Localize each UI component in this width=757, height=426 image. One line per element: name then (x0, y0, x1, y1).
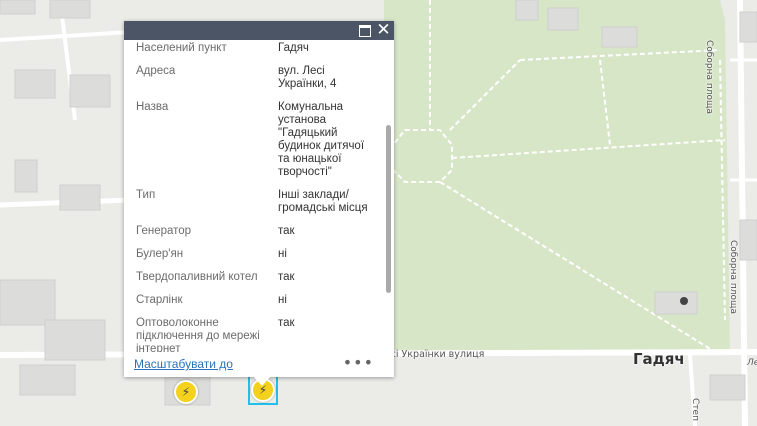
attribute-key: Тип (136, 189, 156, 201)
maximize-icon[interactable] (357, 23, 372, 38)
attribute-row: Генератор так (132, 223, 378, 246)
attribute-value: Інші заклади/ громадські місця (278, 189, 368, 214)
city-label: Гадяч (633, 350, 685, 368)
attribute-row: Твердопаливний котел так (132, 269, 378, 292)
street-label: ісі Українки вулиця (388, 349, 485, 360)
street-label-vertical: Соборна площа (728, 240, 738, 314)
popup-scrollbar[interactable] (383, 40, 393, 352)
attribute-value: так (278, 271, 295, 283)
street-label-partial: Степ (690, 398, 700, 421)
attribute-key: Адреса (136, 65, 176, 77)
attribute-row: Старлінк ні (132, 292, 378, 315)
attribute-key: Твердопаливний котел (136, 271, 258, 283)
scrollbar-thumb[interactable] (386, 125, 391, 293)
point-of-interest[interactable] (680, 297, 688, 305)
attribute-row: Тип Інші заклади/ громадські місця (132, 187, 378, 223)
attribute-key: Назва (136, 101, 169, 113)
attribute-value: ні (278, 294, 287, 306)
popup-content[interactable]: Населений пункт Гадяч Адреса вул. Лесі Укра… (124, 40, 382, 352)
attribute-row: Оптоволоконне підключення до мережі інте… (132, 315, 378, 352)
zoom-to-link[interactable]: Масштабувати до (134, 357, 233, 371)
popup-footer: Масштабувати до ••• (124, 352, 394, 377)
feature-popup: ✕ Населений пункт Гадяч Адреса вул. Лесі Ук… (124, 21, 394, 377)
more-options-icon[interactable]: ••• (343, 353, 374, 372)
attribute-value: Комунальна установа "Гадяцький будинок д… (278, 101, 365, 178)
attribute-row: Назва Комунальна установа "Гадяцький буди… (132, 99, 378, 187)
attribute-row: Адреса вул. Лесі Українки, 4 (132, 63, 378, 99)
attribute-row: Булер'ян ні (132, 246, 378, 269)
popup-pointer (253, 376, 271, 386)
attribute-table: Населений пункт Гадяч Адреса вул. Лесі Укра… (132, 40, 378, 352)
street-label-vertical: Соборна площа (704, 40, 714, 114)
attribute-row: Населений пункт Гадяч (132, 40, 378, 63)
attribute-key: Населений пункт (136, 42, 227, 54)
attribute-key: Оптоволоконне підключення до мережі інте… (136, 317, 260, 352)
attribute-key: Старлінк (136, 294, 183, 306)
attribute-value: вул. Лесі Українки, 4 (278, 65, 337, 90)
attribute-value: так (278, 317, 295, 329)
attribute-value: Гадяч (278, 42, 309, 54)
lightning-icon[interactable]: ⚡ (174, 380, 198, 404)
attribute-value: так (278, 225, 295, 237)
popup-header: ✕ (124, 21, 394, 40)
attribute-key: Булер'ян (136, 248, 184, 260)
attribute-key: Генератор (136, 225, 192, 237)
street-label-partial: Ле (747, 358, 757, 368)
close-icon[interactable]: ✕ (376, 22, 391, 39)
attribute-value: ні (278, 248, 287, 260)
